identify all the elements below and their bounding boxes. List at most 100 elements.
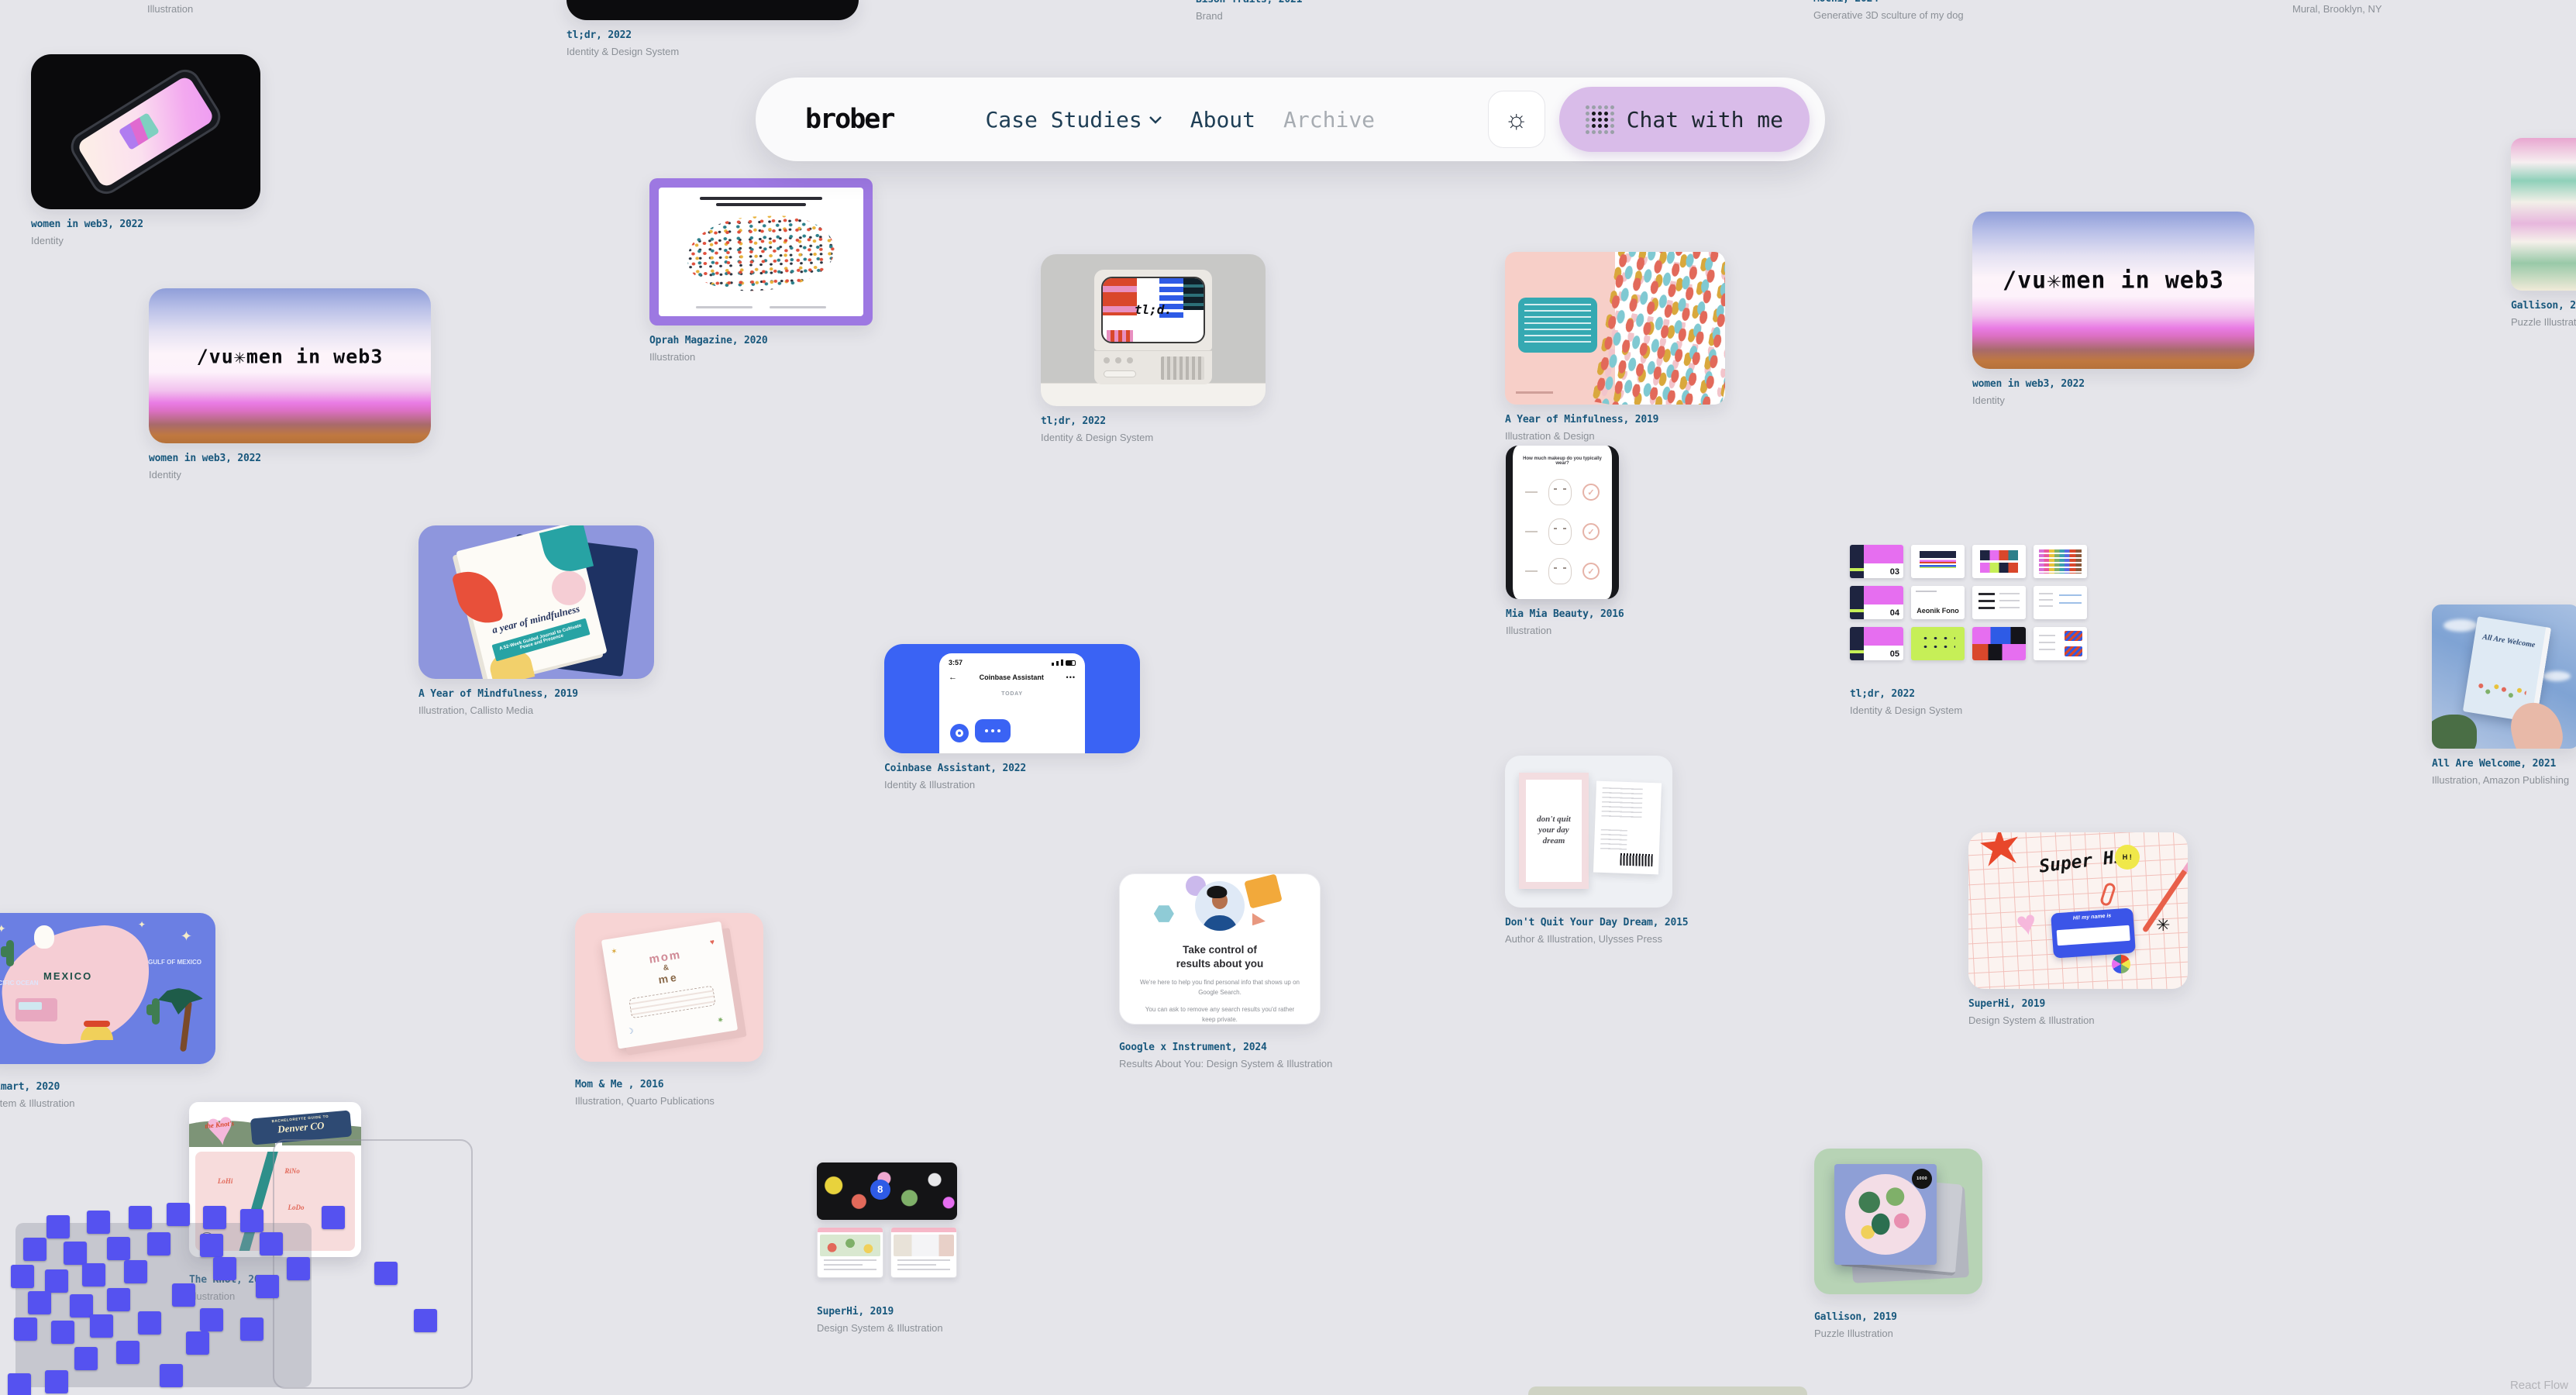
project-card-women-in-web3-phone[interactable]: women in web3, 2022 Identity	[31, 54, 260, 246]
react-flow-attribution[interactable]: React Flow	[2510, 1379, 2568, 1392]
project-card-women-in-web3-right[interactable]: /vu✳men in web3 women in web3, 2022 Iden…	[1972, 212, 2254, 406]
project-card-oprah-magazine[interactable]: Oprah Magazine, 2020 Illustration	[649, 178, 873, 363]
puzzle-piece[interactable]	[45, 1370, 68, 1393]
webpage-screenshot	[817, 1227, 883, 1278]
chevron-down-icon	[1149, 115, 1162, 124]
chat-app-artwork: 3:57 ← Coinbase Assistant ••• TODAY	[884, 644, 1140, 753]
puzzle-piece[interactable]	[200, 1234, 223, 1257]
puzzle-piece[interactable]	[240, 1318, 263, 1341]
project-card-cropped-bottom[interactable]	[1528, 1386, 1807, 1395]
puzzle-piece[interactable]	[147, 1232, 170, 1256]
journal-cover-artwork: a year of mindfulness A 52-Week Guided J…	[418, 525, 654, 679]
puzzle-piece[interactable]	[46, 1215, 70, 1238]
project-card-women-in-web3-left[interactable]: /vu✳men in web3 women in web3, 2022 Iden…	[149, 288, 431, 480]
phone-mockup-artwork	[31, 54, 260, 209]
puzzle-piece[interactable]	[23, 1238, 46, 1261]
puzzle-piece[interactable]	[11, 1265, 34, 1288]
puzzle-box-artwork: 1000	[1814, 1149, 1982, 1294]
puzzle-piece[interactable]	[287, 1257, 310, 1280]
project-card-coinbase-assistant[interactable]: 3:57 ← Coinbase Assistant ••• TODAY Coin…	[884, 644, 1140, 790]
puzzle-piece[interactable]	[8, 1373, 31, 1395]
puzzle-piece[interactable]	[14, 1318, 37, 1341]
logo[interactable]: brober	[805, 104, 894, 135]
puzzle-piece[interactable]	[374, 1262, 398, 1285]
chat-with-me-button[interactable]: Chat with me	[1559, 87, 1810, 152]
puzzle-piece[interactable]	[116, 1341, 139, 1364]
puzzle-piece[interactable]	[74, 1347, 98, 1370]
check-icon: ✓	[1582, 484, 1600, 501]
project-card-mindfulness-spread[interactable]: A Year of Minfulness, 2019 Illustration …	[1505, 252, 1725, 442]
retro-tv-artwork: tl;d.	[1041, 254, 1266, 406]
sun-icon: ☼	[1504, 105, 1528, 135]
magazine-artwork	[649, 178, 873, 326]
puzzle-piece[interactable]	[200, 1308, 223, 1331]
puzzle-piece[interactable]	[90, 1314, 113, 1338]
project-card-gallison-right[interactable]: Gallison, 2019 Puzzle Illustration	[2511, 138, 2576, 328]
project-card-tldr-hero[interactable]: tl;dr, 2022 Identity & Design System	[567, 0, 859, 57]
theme-toggle-button[interactable]: ☼	[1488, 91, 1545, 148]
nav-menu: Case Studies About Archive	[985, 107, 1375, 133]
project-card-mindfulness-book[interactable]: a year of mindfulness A 52-Week Guided J…	[418, 525, 654, 716]
project-card-mural[interactable]: Mural, Brooklyn, NY	[2292, 3, 2382, 15]
puzzle-piece[interactable]	[256, 1275, 279, 1298]
project-card-all-are-welcome[interactable]: All Are Welcome All Are Welcome, 2021 Il…	[2432, 604, 2576, 786]
puzzle-piece[interactable]	[160, 1364, 183, 1387]
puzzle-piece[interactable]	[138, 1311, 161, 1335]
nav-item-archive[interactable]: Archive	[1283, 107, 1375, 133]
puzzle-piece[interactable]	[45, 1269, 68, 1293]
puzzle-piece[interactable]	[167, 1203, 190, 1226]
puzzle-piece[interactable]	[203, 1206, 226, 1229]
project-card-bison-trails[interactable]: Bison Trails, 2021 Brand	[1196, 0, 1302, 22]
project-card-superhi-site[interactable]: 8 SuperHi, 2019 Design System & Illustra…	[817, 1162, 957, 1334]
project-card-dont-quit[interactable]: don't quit your day dream Don't Quit You…	[1505, 756, 1672, 945]
puzzle-piece[interactable]	[82, 1263, 105, 1286]
puzzle-piece[interactable]	[51, 1321, 74, 1344]
puzzle-piece[interactable]	[64, 1242, 87, 1265]
puzzle-piece[interactable]	[107, 1237, 130, 1260]
gradient-wordmark-artwork: /vu✳men in web3	[1972, 212, 2254, 369]
nav-item-about[interactable]: About	[1190, 107, 1255, 133]
face-illustration	[1548, 518, 1572, 545]
puzzle-piece[interactable]	[213, 1257, 236, 1280]
project-card-tldr-guidelines[interactable]: 03 04 Aeonik Fono 05 tl;dr, 2022 Identit…	[1850, 545, 2087, 716]
coinbase-avatar	[950, 724, 969, 742]
project-card-google-instrument[interactable]: Take control ofresults about you We're h…	[1119, 873, 1321, 1070]
puzzle-piece[interactable]	[28, 1291, 51, 1314]
check-icon: ✓	[1582, 523, 1600, 540]
project-card-superhi-doodles[interactable]: Super Hi H ! ♥ HI! my name is ✳ SuperHi,…	[1968, 832, 2188, 1026]
project-card-tldr-tv[interactable]: tl;d. tl;dr, 2022 Identity & Design Syst…	[1041, 254, 1266, 443]
puzzle-piece[interactable]	[414, 1309, 437, 1332]
puzzle-piece[interactable]	[124, 1260, 147, 1283]
puzzle-piece[interactable]	[186, 1331, 209, 1355]
mexico-map-artwork: ✦ ✦ ✦ ✦ MEXICO PACIFIC OCEAN GULF OF MEX…	[0, 913, 215, 1064]
puzzle-piece[interactable]	[172, 1283, 195, 1307]
puzzle-piece[interactable]	[107, 1288, 130, 1311]
puzzle-piece[interactable]	[70, 1294, 93, 1318]
project-card-gallison-puzzle[interactable]: 1000 Gallison, 2019 Puzzle Illustration	[1814, 1149, 1982, 1339]
puzzle-piece[interactable]	[240, 1209, 263, 1232]
puzzle-piece[interactable]	[260, 1232, 283, 1256]
face-illustration	[1548, 479, 1572, 505]
project-card-cropped-illustration[interactable]: Illustration	[147, 3, 193, 15]
back-arrow-icon: ←	[949, 673, 957, 682]
nav-item-case-studies[interactable]: Case Studies	[985, 107, 1162, 133]
project-card-mochi[interactable]: Mochi, 2024 Generative 3D sculture of my…	[1813, 0, 1964, 21]
results-about-you-artwork: Take control ofresults about you We're h…	[1119, 873, 1321, 1025]
puzzle-piece[interactable]	[87, 1211, 110, 1234]
project-card-mom-and-me[interactable]: mom&me ✶ ♥ ☽ ✷ Mom & Me , 2016 Illustrat…	[575, 913, 763, 1107]
puzzle-piece[interactable]	[322, 1206, 345, 1229]
project-card-walmart[interactable]: ✦ ✦ ✦ ✦ MEXICO PACIFIC OCEAN GULF OF MEX…	[0, 913, 215, 1109]
book-spread-artwork	[1505, 252, 1725, 405]
slide-grid-artwork: 03 04 Aeonik Fono 05	[1850, 545, 2087, 660]
typing-bubble	[975, 719, 1011, 742]
quiz-phone-artwork: How much makeup do you typically wear? ✓…	[1506, 446, 1619, 599]
journal-book-artwork: mom&me ✶ ♥ ☽ ✷	[575, 913, 763, 1062]
sticker-strip-artwork: 8	[817, 1162, 957, 1278]
face-illustration	[1548, 558, 1572, 584]
puzzle-piece[interactable]	[129, 1206, 152, 1229]
top-nav: brober Case Studies About Archive ☼ Chat…	[756, 78, 1825, 161]
project-canvas[interactable]: brober Case Studies About Archive ☼ Chat…	[0, 0, 2576, 1395]
tldr-hero-artwork	[567, 0, 859, 20]
book-photo-artwork: All Are Welcome	[2432, 604, 2576, 749]
project-card-mia-mia-beauty[interactable]: How much makeup do you typically wear? ✓…	[1506, 446, 1619, 636]
